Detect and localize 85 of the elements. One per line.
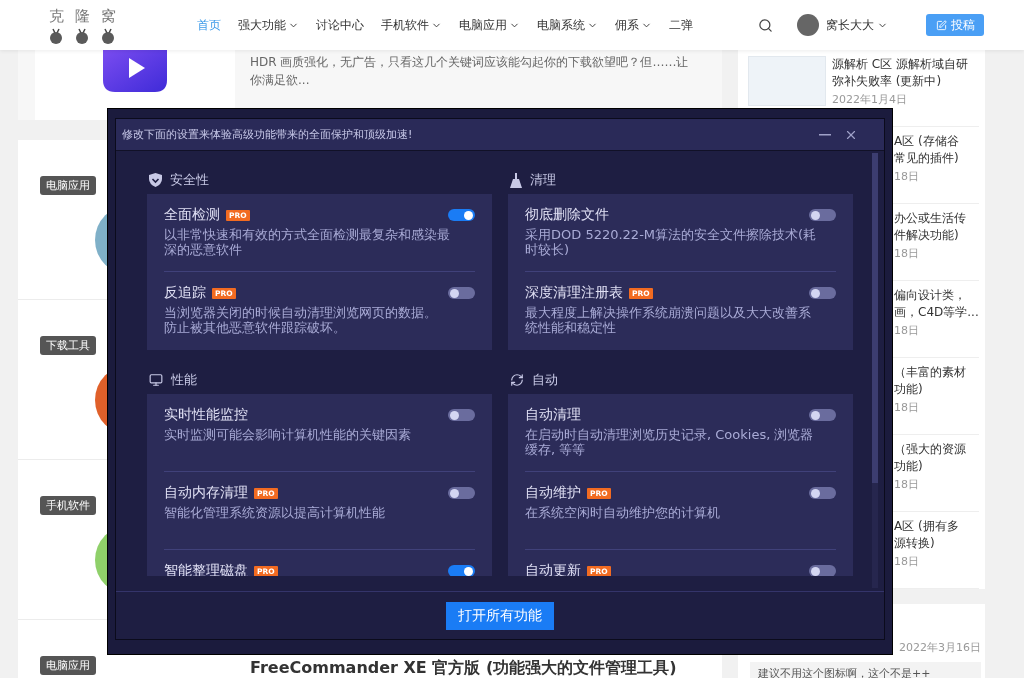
post-title[interactable]: 画，C4D等学... bbox=[894, 304, 979, 321]
post-date: 2022年1月4日 bbox=[832, 92, 908, 107]
section-heading: 清理 bbox=[530, 171, 556, 189]
section-heading: 自动 bbox=[532, 371, 558, 389]
post-date: 18日 bbox=[894, 169, 920, 184]
broom-icon bbox=[510, 172, 522, 188]
nav-link[interactable]: 电脑系统 bbox=[537, 16, 598, 34]
setting-title: 彻底删除文件 bbox=[525, 206, 609, 224]
post-date: 18日 bbox=[894, 477, 920, 492]
setting-title: 自动清理 bbox=[525, 406, 581, 424]
post-title[interactable]: A区 (存储谷 bbox=[894, 133, 959, 150]
section-heading: 安全性 bbox=[170, 171, 209, 189]
post-title[interactable]: 功能) bbox=[894, 381, 966, 398]
post-title[interactable]: A区 (拥有多 bbox=[894, 518, 959, 535]
category-tag[interactable]: 手机软件 bbox=[40, 496, 96, 515]
setting-description: 防止被其他恶意软件跟踪破坏。 bbox=[164, 320, 347, 335]
category-tag[interactable]: 下载工具 bbox=[40, 336, 96, 355]
section-heading: 性能 bbox=[171, 371, 197, 389]
post-date: 18日 bbox=[894, 246, 920, 261]
toggle-switch[interactable] bbox=[448, 409, 475, 421]
setting-description: 以非常快速和有效的方式全面检测最复杂和感染最深的恶意软件 bbox=[164, 227, 451, 257]
refresh-icon bbox=[510, 373, 524, 387]
setting-description: 在启动时自动清理浏览历史记录, Cookies, 浏览器缓存, 等等 bbox=[525, 427, 815, 457]
post-title[interactable]: 功能) bbox=[894, 458, 966, 475]
user-menu[interactable]: 窝长大大 bbox=[797, 14, 888, 36]
nav-link[interactable]: 电脑应用 bbox=[459, 16, 520, 34]
comment-text: 建议不用这个图标啊，这个不是++ bbox=[750, 662, 981, 678]
setting-description: 采用DOD 5220.22-M算法的安全文件擦除技术(耗时较长) bbox=[525, 227, 817, 257]
setting-title: 全面检测 bbox=[164, 206, 220, 224]
setting-title: 智能整理磁盘 bbox=[164, 562, 248, 576]
toggle-switch[interactable] bbox=[809, 565, 836, 576]
setting-title: 实时性能监控 bbox=[164, 406, 248, 424]
post-title[interactable]: 办公或生活传 bbox=[894, 210, 966, 227]
toggle-switch[interactable] bbox=[448, 565, 475, 576]
toggle-switch[interactable] bbox=[448, 287, 475, 299]
bomb-icon bbox=[100, 27, 116, 44]
post-title[interactable]: 常见的插件) bbox=[894, 150, 959, 167]
nav-link[interactable]: 佣系 bbox=[615, 16, 652, 34]
post-title[interactable]: 源解析 C区 源解析域自研弥补失败率 (更新中) bbox=[832, 56, 979, 90]
minimize-icon bbox=[819, 133, 832, 136]
avatar bbox=[797, 14, 819, 36]
post-title[interactable]: （强大的资源 bbox=[894, 441, 966, 458]
setting-description: 最大程度上解决操作系统崩溃问题以及大大改善系统性能和稳定性 bbox=[525, 305, 812, 335]
post-date: 18日 bbox=[894, 554, 920, 569]
setting-title: 自动维护 bbox=[525, 484, 581, 502]
scrollbar[interactable] bbox=[872, 153, 878, 588]
enable-all-button[interactable]: 打开所有功能 bbox=[446, 601, 554, 630]
post-date: 18日 bbox=[894, 323, 920, 338]
setting-description: 智能化管理系统资源以提高计算机性能 bbox=[164, 505, 386, 520]
logo-character: 隆 bbox=[74, 6, 90, 26]
toggle-switch[interactable] bbox=[809, 287, 836, 299]
logo-character: 克 bbox=[48, 6, 64, 26]
post-thumbnail[interactable] bbox=[748, 56, 826, 106]
category-tag[interactable]: 电脑应用 bbox=[40, 656, 96, 675]
post-title[interactable]: 源转换) bbox=[894, 535, 959, 552]
setting-title: 深度清理注册表 bbox=[525, 284, 623, 302]
logo-character: 窝 bbox=[100, 6, 116, 26]
nav-link[interactable]: 强大功能 bbox=[238, 16, 299, 34]
category-tag[interactable]: 电脑应用 bbox=[40, 176, 96, 195]
toggle-switch[interactable] bbox=[809, 409, 836, 421]
toggle-switch[interactable] bbox=[809, 209, 836, 221]
bomb-icon bbox=[74, 27, 90, 44]
setting-description: 实时监测可能会影响计算机性能的关键因素 bbox=[164, 427, 412, 442]
edit-icon bbox=[935, 19, 947, 31]
article-title[interactable]: FreeCommander XE 官方版 (功能强大的文件管理工具) bbox=[250, 658, 677, 678]
toggle-switch[interactable] bbox=[448, 209, 475, 221]
nav-link[interactable]: 二弹 bbox=[669, 16, 693, 34]
setting-title: 反追踪 bbox=[164, 284, 206, 302]
shield-icon bbox=[149, 173, 162, 187]
post-title[interactable]: 件解决功能) bbox=[894, 227, 966, 244]
toggle-switch[interactable] bbox=[809, 487, 836, 499]
search-icon[interactable] bbox=[758, 17, 773, 33]
dialog-title: 修改下面的设置来体验高级功能带来的全面保护和顶级加速! bbox=[122, 127, 413, 142]
setting-title: 自动内存清理 bbox=[164, 484, 248, 502]
setting-description: 当浏览器关闭的时候自动清理浏览网页的数据。 bbox=[164, 305, 438, 320]
post-date: 18日 bbox=[894, 400, 920, 415]
toggle-switch[interactable] bbox=[448, 487, 475, 499]
bomb-icon bbox=[48, 27, 64, 44]
article-excerpt: HDR 画质强化，无广告，只看这几个关键词应该能勾起你的下载欲望吧？但……让你满足欲... bbox=[250, 54, 690, 89]
comment-date: 2022年3月16日 bbox=[899, 640, 981, 655]
nav-link[interactable]: 手机软件 bbox=[381, 16, 442, 34]
post-title[interactable]: （丰富的素材 bbox=[894, 364, 966, 381]
nav-link[interactable]: 讨论中心 bbox=[316, 16, 364, 34]
post-title[interactable]: 偏向设计类， bbox=[894, 287, 979, 304]
setting-description: 在系统空闲时自动维护您的计算机 bbox=[525, 505, 721, 520]
